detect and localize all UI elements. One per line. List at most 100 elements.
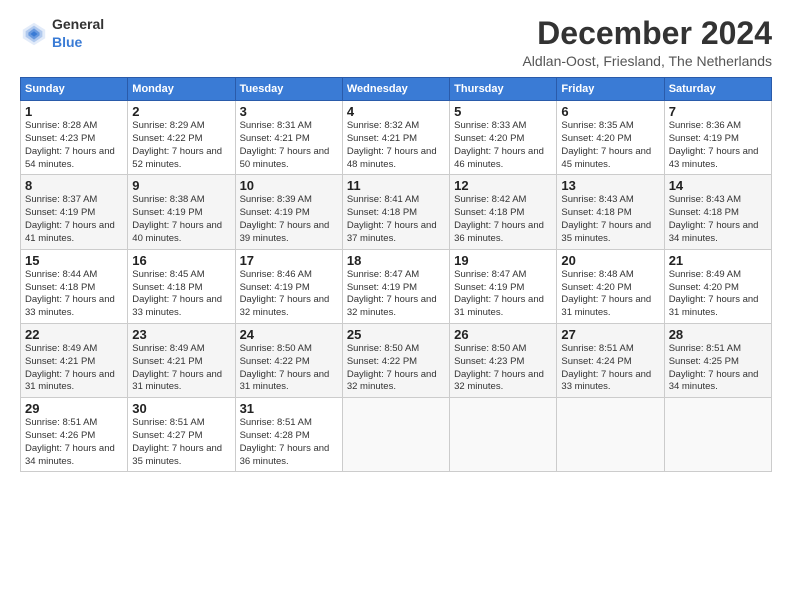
day-number: 21 bbox=[669, 253, 767, 268]
col-monday: Monday bbox=[128, 78, 235, 101]
table-row: 22Sunrise: 8:49 AMSunset: 4:21 PMDayligh… bbox=[21, 323, 128, 397]
logo-text: General Blue bbox=[52, 16, 104, 52]
day-number: 24 bbox=[240, 327, 338, 342]
day-number: 30 bbox=[132, 401, 230, 416]
day-info: Sunrise: 8:35 AMSunset: 4:20 PMDaylight:… bbox=[561, 120, 659, 171]
day-number: 11 bbox=[347, 178, 445, 193]
day-number: 26 bbox=[454, 327, 552, 342]
day-number: 13 bbox=[561, 178, 659, 193]
day-number: 6 bbox=[561, 104, 659, 119]
table-row: 23Sunrise: 8:49 AMSunset: 4:21 PMDayligh… bbox=[128, 323, 235, 397]
table-row bbox=[342, 398, 449, 472]
day-info: Sunrise: 8:51 AMSunset: 4:24 PMDaylight:… bbox=[561, 343, 659, 394]
day-number: 9 bbox=[132, 178, 230, 193]
day-number: 14 bbox=[669, 178, 767, 193]
calendar-week-row: 8Sunrise: 8:37 AMSunset: 4:19 PMDaylight… bbox=[21, 175, 772, 249]
day-info: Sunrise: 8:41 AMSunset: 4:18 PMDaylight:… bbox=[347, 194, 445, 245]
day-info: Sunrise: 8:47 AMSunset: 4:19 PMDaylight:… bbox=[347, 269, 445, 320]
table-row: 28Sunrise: 8:51 AMSunset: 4:25 PMDayligh… bbox=[664, 323, 771, 397]
calendar-week-row: 22Sunrise: 8:49 AMSunset: 4:21 PMDayligh… bbox=[21, 323, 772, 397]
subtitle: Aldlan-Oost, Friesland, The Netherlands bbox=[522, 53, 772, 69]
col-wednesday: Wednesday bbox=[342, 78, 449, 101]
day-info: Sunrise: 8:46 AMSunset: 4:19 PMDaylight:… bbox=[240, 269, 338, 320]
day-number: 2 bbox=[132, 104, 230, 119]
table-row: 9Sunrise: 8:38 AMSunset: 4:19 PMDaylight… bbox=[128, 175, 235, 249]
day-info: Sunrise: 8:28 AMSunset: 4:23 PMDaylight:… bbox=[25, 120, 123, 171]
day-info: Sunrise: 8:33 AMSunset: 4:20 PMDaylight:… bbox=[454, 120, 552, 171]
day-number: 28 bbox=[669, 327, 767, 342]
day-info: Sunrise: 8:43 AMSunset: 4:18 PMDaylight:… bbox=[561, 194, 659, 245]
table-row: 8Sunrise: 8:37 AMSunset: 4:19 PMDaylight… bbox=[21, 175, 128, 249]
day-number: 23 bbox=[132, 327, 230, 342]
day-info: Sunrise: 8:50 AMSunset: 4:23 PMDaylight:… bbox=[454, 343, 552, 394]
day-info: Sunrise: 8:50 AMSunset: 4:22 PMDaylight:… bbox=[240, 343, 338, 394]
table-row bbox=[557, 398, 664, 472]
day-info: Sunrise: 8:49 AMSunset: 4:20 PMDaylight:… bbox=[669, 269, 767, 320]
day-number: 25 bbox=[347, 327, 445, 342]
day-number: 27 bbox=[561, 327, 659, 342]
day-info: Sunrise: 8:49 AMSunset: 4:21 PMDaylight:… bbox=[132, 343, 230, 394]
table-row: 5Sunrise: 8:33 AMSunset: 4:20 PMDaylight… bbox=[450, 101, 557, 175]
day-info: Sunrise: 8:29 AMSunset: 4:22 PMDaylight:… bbox=[132, 120, 230, 171]
table-row: 21Sunrise: 8:49 AMSunset: 4:20 PMDayligh… bbox=[664, 249, 771, 323]
day-info: Sunrise: 8:51 AMSunset: 4:28 PMDaylight:… bbox=[240, 417, 338, 468]
table-row: 29Sunrise: 8:51 AMSunset: 4:26 PMDayligh… bbox=[21, 398, 128, 472]
day-info: Sunrise: 8:51 AMSunset: 4:25 PMDaylight:… bbox=[669, 343, 767, 394]
day-number: 16 bbox=[132, 253, 230, 268]
col-tuesday: Tuesday bbox=[235, 78, 342, 101]
day-info: Sunrise: 8:45 AMSunset: 4:18 PMDaylight:… bbox=[132, 269, 230, 320]
day-info: Sunrise: 8:47 AMSunset: 4:19 PMDaylight:… bbox=[454, 269, 552, 320]
day-number: 10 bbox=[240, 178, 338, 193]
table-row: 31Sunrise: 8:51 AMSunset: 4:28 PMDayligh… bbox=[235, 398, 342, 472]
day-info: Sunrise: 8:37 AMSunset: 4:19 PMDaylight:… bbox=[25, 194, 123, 245]
day-info: Sunrise: 8:31 AMSunset: 4:21 PMDaylight:… bbox=[240, 120, 338, 171]
calendar-week-row: 1Sunrise: 8:28 AMSunset: 4:23 PMDaylight… bbox=[21, 101, 772, 175]
table-row: 13Sunrise: 8:43 AMSunset: 4:18 PMDayligh… bbox=[557, 175, 664, 249]
day-number: 18 bbox=[347, 253, 445, 268]
main-title: December 2024 bbox=[522, 16, 772, 51]
day-info: Sunrise: 8:39 AMSunset: 4:19 PMDaylight:… bbox=[240, 194, 338, 245]
day-info: Sunrise: 8:36 AMSunset: 4:19 PMDaylight:… bbox=[669, 120, 767, 171]
table-row: 11Sunrise: 8:41 AMSunset: 4:18 PMDayligh… bbox=[342, 175, 449, 249]
day-info: Sunrise: 8:44 AMSunset: 4:18 PMDaylight:… bbox=[25, 269, 123, 320]
table-row: 18Sunrise: 8:47 AMSunset: 4:19 PMDayligh… bbox=[342, 249, 449, 323]
title-block: December 2024 Aldlan-Oost, Friesland, Th… bbox=[522, 16, 772, 69]
logo: General Blue bbox=[20, 16, 104, 52]
table-row: 15Sunrise: 8:44 AMSunset: 4:18 PMDayligh… bbox=[21, 249, 128, 323]
logo-icon bbox=[20, 20, 48, 48]
col-thursday: Thursday bbox=[450, 78, 557, 101]
day-number: 19 bbox=[454, 253, 552, 268]
table-row: 26Sunrise: 8:50 AMSunset: 4:23 PMDayligh… bbox=[450, 323, 557, 397]
day-number: 12 bbox=[454, 178, 552, 193]
day-number: 8 bbox=[25, 178, 123, 193]
day-info: Sunrise: 8:48 AMSunset: 4:20 PMDaylight:… bbox=[561, 269, 659, 320]
table-row: 14Sunrise: 8:43 AMSunset: 4:18 PMDayligh… bbox=[664, 175, 771, 249]
day-info: Sunrise: 8:51 AMSunset: 4:27 PMDaylight:… bbox=[132, 417, 230, 468]
table-row: 19Sunrise: 8:47 AMSunset: 4:19 PMDayligh… bbox=[450, 249, 557, 323]
day-number: 29 bbox=[25, 401, 123, 416]
day-number: 7 bbox=[669, 104, 767, 119]
day-info: Sunrise: 8:32 AMSunset: 4:21 PMDaylight:… bbox=[347, 120, 445, 171]
col-sunday: Sunday bbox=[21, 78, 128, 101]
page-container: General Blue December 2024 Aldlan-Oost, … bbox=[0, 0, 792, 484]
table-row: 24Sunrise: 8:50 AMSunset: 4:22 PMDayligh… bbox=[235, 323, 342, 397]
table-row: 10Sunrise: 8:39 AMSunset: 4:19 PMDayligh… bbox=[235, 175, 342, 249]
table-row: 25Sunrise: 8:50 AMSunset: 4:22 PMDayligh… bbox=[342, 323, 449, 397]
day-number: 17 bbox=[240, 253, 338, 268]
table-row bbox=[450, 398, 557, 472]
table-row bbox=[664, 398, 771, 472]
table-row: 20Sunrise: 8:48 AMSunset: 4:20 PMDayligh… bbox=[557, 249, 664, 323]
day-number: 22 bbox=[25, 327, 123, 342]
day-info: Sunrise: 8:43 AMSunset: 4:18 PMDaylight:… bbox=[669, 194, 767, 245]
header-row: General Blue December 2024 Aldlan-Oost, … bbox=[20, 16, 772, 69]
table-row: 16Sunrise: 8:45 AMSunset: 4:18 PMDayligh… bbox=[128, 249, 235, 323]
day-info: Sunrise: 8:42 AMSunset: 4:18 PMDaylight:… bbox=[454, 194, 552, 245]
table-row: 30Sunrise: 8:51 AMSunset: 4:27 PMDayligh… bbox=[128, 398, 235, 472]
table-row: 27Sunrise: 8:51 AMSunset: 4:24 PMDayligh… bbox=[557, 323, 664, 397]
logo-blue: Blue bbox=[52, 34, 82, 50]
day-number: 1 bbox=[25, 104, 123, 119]
day-info: Sunrise: 8:50 AMSunset: 4:22 PMDaylight:… bbox=[347, 343, 445, 394]
day-number: 3 bbox=[240, 104, 338, 119]
table-row: 7Sunrise: 8:36 AMSunset: 4:19 PMDaylight… bbox=[664, 101, 771, 175]
day-info: Sunrise: 8:49 AMSunset: 4:21 PMDaylight:… bbox=[25, 343, 123, 394]
